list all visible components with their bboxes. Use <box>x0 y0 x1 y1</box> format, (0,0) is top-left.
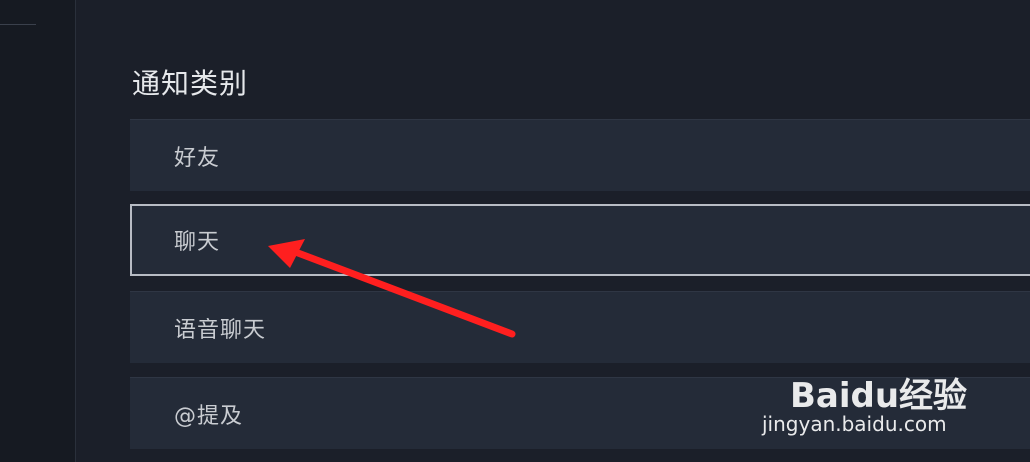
watermark-logo: Baidu经验 <box>790 376 968 416</box>
watermark-url: jingyan.baidu.com <box>762 412 947 436</box>
category-label: 聊天 <box>174 230 221 255</box>
sidebar <box>0 0 76 462</box>
category-item-friends[interactable]: 好友 <box>130 119 1030 191</box>
category-label: 好友 <box>174 145 221 171</box>
category-label: @提及 <box>174 403 244 429</box>
category-item-chat[interactable]: 聊天 <box>130 204 1030 276</box>
baidu-watermark: Baidu经验 jingyan.baidu.com <box>762 350 990 440</box>
section-title: 通知类别 <box>132 67 249 100</box>
category-label: 语音聊天 <box>174 317 267 343</box>
sidebar-divider <box>0 24 36 25</box>
